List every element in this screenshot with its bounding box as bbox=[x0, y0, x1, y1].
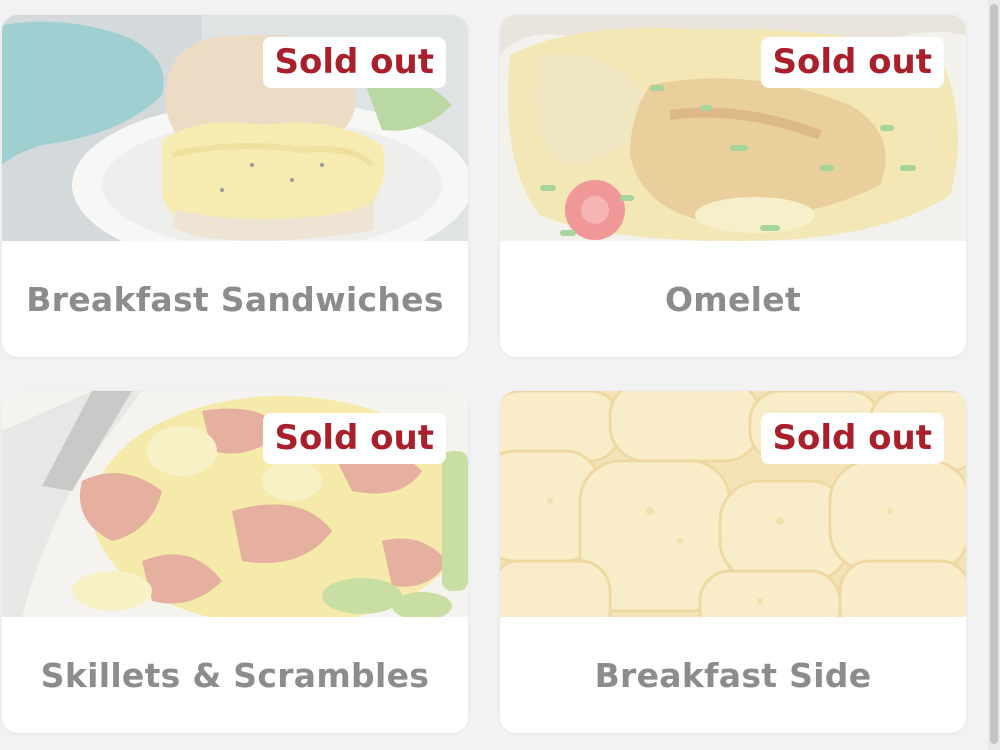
category-title: Breakfast Sandwiches bbox=[26, 279, 444, 319]
sold-out-badge: Sold out bbox=[262, 37, 446, 88]
category-title: Omelet bbox=[664, 279, 802, 319]
menu-category-grid: Sold out Breakfast Sandwiches Sold out O… bbox=[0, 0, 1000, 750]
scrollbar-thumb[interactable] bbox=[990, 4, 998, 744]
category-title: Skillets & Scrambles bbox=[40, 655, 430, 695]
category-card-breakfast-sandwiches[interactable]: Sold out Breakfast Sandwiches bbox=[2, 15, 468, 357]
sold-out-badge: Sold out bbox=[760, 37, 944, 88]
category-title: Breakfast Side bbox=[594, 655, 872, 695]
sold-out-badge: Sold out bbox=[262, 413, 446, 464]
category-card-breakfast-side[interactable]: Sold out Breakfast Side bbox=[500, 391, 966, 733]
sold-out-badge: Sold out bbox=[760, 413, 944, 464]
category-card-skillets-scrambles[interactable]: Sold out Skillets & Scrambles bbox=[2, 391, 468, 733]
category-card-omelet[interactable]: Sold out Omelet bbox=[500, 15, 966, 357]
